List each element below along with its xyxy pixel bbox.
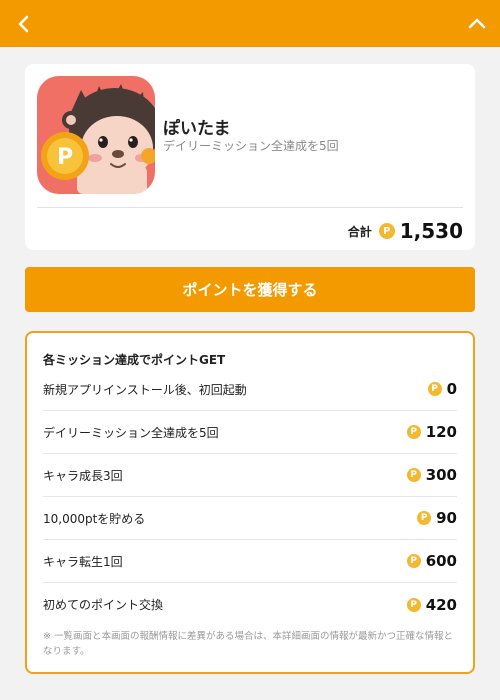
mission-label: キャラ成長3回 bbox=[43, 468, 123, 483]
point-coin-icon: P bbox=[406, 425, 421, 439]
mission-label: キャラ転生1回 bbox=[43, 554, 123, 569]
svg-text:P: P bbox=[57, 145, 73, 170]
point-coin-icon: P bbox=[427, 382, 442, 396]
collapse-button[interactable] bbox=[453, 0, 500, 47]
missions-note: ※ 一覧画面と本画面の報酬情報に差異がある場合は、本詳細画面の情報が最新かつ正確… bbox=[43, 631, 453, 657]
mission-list: 新規アプリインストール後、初回起動 P 0 デイリーミッション全達成を5回 P … bbox=[43, 368, 457, 626]
mission-row: キャラ成長3回 P 300 bbox=[43, 454, 457, 497]
missions-title: 各ミッション達成でポイントGET bbox=[43, 353, 226, 367]
mission-label: 初めてのポイント交換 bbox=[43, 598, 164, 612]
total-value: 1,530 bbox=[399, 219, 463, 243]
mission-reward: P 300 bbox=[406, 466, 457, 484]
total-label: 合計 bbox=[347, 224, 372, 239]
chevron-up-icon bbox=[468, 18, 485, 28]
app-name: ぽいたま bbox=[163, 119, 231, 139]
top-bar bbox=[0, 0, 500, 47]
mission-reward: P 90 bbox=[417, 509, 457, 527]
mission-row: キャラ転生1回 P 600 bbox=[43, 540, 457, 583]
chevron-left-icon bbox=[18, 15, 28, 32]
mission-label: 10,000ptを貯める bbox=[43, 511, 146, 526]
app-card: P ぽいたま デイリーミッション全達成を5回 合計 P 1,530 bbox=[25, 64, 475, 250]
point-coin-icon: P bbox=[406, 597, 421, 612]
mission-row: 初めてのポイント交換 P 420 bbox=[43, 583, 457, 626]
divider bbox=[37, 207, 463, 208]
mission-points: 90 bbox=[436, 509, 457, 527]
mission-label: 新規アプリインストール後、初回起動 bbox=[43, 382, 247, 397]
mission-row: 新規アプリインストール後、初回起動 P 0 bbox=[43, 368, 457, 411]
mission-reward: P 120 bbox=[406, 423, 457, 441]
point-coin-icon: P bbox=[406, 468, 421, 482]
point-coin-icon: P bbox=[417, 511, 432, 525]
mission-points: 0 bbox=[446, 380, 457, 398]
app-icon: P bbox=[37, 76, 155, 194]
mission-row: デイリーミッション全達成を5回 P 120 bbox=[43, 411, 457, 454]
mission-row: 10,000ptを貯める P 90 bbox=[43, 497, 457, 540]
point-coin-icon: P bbox=[378, 223, 395, 239]
back-button[interactable] bbox=[0, 0, 47, 47]
mission-reward: P 0 bbox=[427, 380, 457, 398]
mission-label: デイリーミッション全達成を5回 bbox=[43, 425, 219, 440]
missions-panel: 各ミッション達成でポイントGET 新規アプリインストール後、初回起動 P 0 デ… bbox=[25, 331, 475, 674]
mission-points: 120 bbox=[425, 423, 457, 441]
mission-points: 300 bbox=[425, 466, 457, 484]
mission-points: 600 bbox=[425, 552, 457, 570]
mission-reward: P 600 bbox=[406, 552, 457, 570]
mission-reward: P 420 bbox=[406, 595, 457, 614]
app-description: デイリーミッション全達成を5回 bbox=[163, 139, 339, 153]
total-points: 合計 P 1,530 bbox=[348, 219, 463, 243]
mission-points: 420 bbox=[425, 595, 457, 614]
point-coin-icon: P bbox=[406, 554, 421, 568]
get-points-button[interactable]: ポイントを獲得する bbox=[25, 267, 475, 312]
